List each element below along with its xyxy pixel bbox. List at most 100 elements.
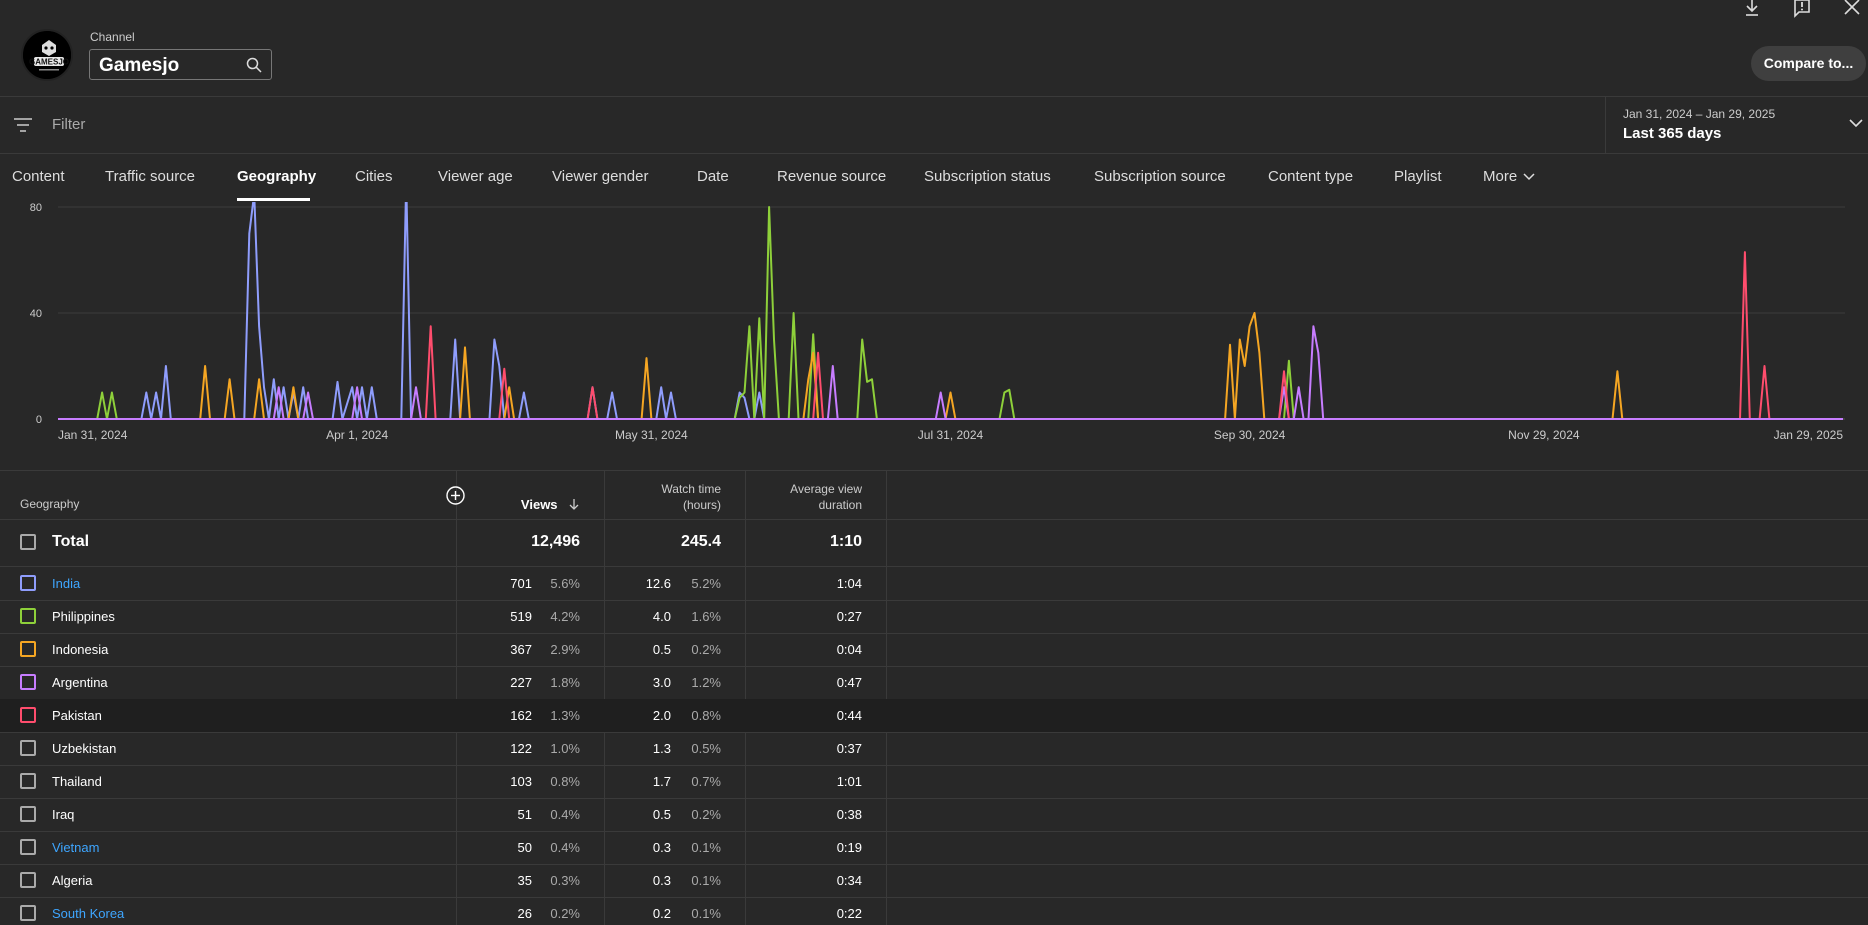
- row-checkbox[interactable]: [20, 905, 36, 921]
- row-country: Uzbekistan: [52, 741, 117, 756]
- table-row[interactable]: Algeria 35 0.3% 0.3 0.1% 0:34: [0, 864, 1868, 897]
- total-views: 12,496: [531, 533, 580, 550]
- row-watch-time: 0.3: [652, 840, 671, 855]
- add-column-icon[interactable]: [446, 486, 465, 505]
- row-checkbox[interactable]: [20, 872, 36, 888]
- tab-viewer-age[interactable]: Viewer age: [438, 168, 513, 185]
- tab-content-type[interactable]: Content type: [1268, 168, 1353, 185]
- row-country: Iraq: [52, 807, 75, 822]
- row-watch-time: 4.0: [652, 609, 671, 624]
- row-views-pct: 5.6%: [550, 576, 580, 591]
- table-row[interactable]: Thailand 103 0.8% 1.7 0.7% 1:01: [0, 765, 1868, 798]
- tab-content[interactable]: Content: [12, 168, 65, 185]
- download-icon[interactable]: [1742, 0, 1762, 18]
- top-actions: [1742, 0, 1868, 18]
- row-watch-time: 0.3: [652, 873, 671, 888]
- row-checkbox[interactable]: [20, 641, 36, 657]
- tab-traffic-source[interactable]: Traffic source: [105, 168, 195, 185]
- row-watch-pct: 0.1%: [691, 840, 721, 855]
- tab-cities[interactable]: Cities: [355, 168, 393, 185]
- row-avd: 0:38: [836, 807, 862, 822]
- total-row: Total 12,496 245.4 1:10: [0, 519, 1868, 566]
- table-row[interactable]: Pakistan 162 1.3% 2.0 0.8% 0:44: [0, 699, 1868, 732]
- row-country[interactable]: South Korea: [52, 906, 124, 921]
- series-line-india[interactable]: [58, 179, 1843, 420]
- active-tab-indicator: [237, 198, 310, 201]
- x-tick-label: Sep 30, 2024: [1214, 428, 1286, 442]
- close-icon[interactable]: [1842, 0, 1862, 18]
- tab-subscription-source[interactable]: Subscription source: [1094, 168, 1226, 185]
- channel-selector[interactable]: Gamesjo: [89, 49, 272, 80]
- y-tick-label: 80: [30, 202, 42, 214]
- header-views-label: Views: [520, 497, 558, 512]
- tab-playlist[interactable]: Playlist: [1394, 168, 1442, 185]
- row-checkbox[interactable]: [20, 707, 36, 723]
- chevron-down-icon: [1849, 119, 1863, 128]
- header-views[interactable]: Views: [500, 496, 580, 514]
- table-row[interactable]: India 701 5.6% 12.6 5.2% 1:04: [0, 567, 1868, 600]
- table-row[interactable]: Argentina 227 1.8% 3.0 1.2% 0:47: [0, 666, 1868, 699]
- x-tick-label: Jan 29, 2025: [1774, 428, 1844, 442]
- row-checkbox[interactable]: [20, 608, 36, 624]
- row-views: 122: [510, 741, 532, 756]
- row-avd: 0:34: [836, 873, 862, 888]
- header-watch-time-line2: (hours): [682, 498, 721, 512]
- row-avd: 0:22: [836, 906, 862, 921]
- row-avd: 0:04: [836, 642, 862, 657]
- row-watch-time: 0.2: [652, 906, 671, 921]
- tab-revenue-source[interactable]: Revenue source: [777, 168, 886, 185]
- table-row[interactable]: South Korea 26 0.2% 0.2 0.1% 0:22: [0, 897, 1868, 925]
- row-views-pct: 1.3%: [550, 708, 580, 723]
- row-views: 103: [510, 774, 532, 789]
- search-icon[interactable]: [246, 57, 262, 73]
- row-checkbox[interactable]: [20, 773, 36, 789]
- row-views: 26: [517, 906, 532, 921]
- date-range-picker[interactable]: Jan 31, 2024 – Jan 29, 2025 Last 365 day…: [1605, 97, 1868, 154]
- row-country: Indonesia: [52, 642, 109, 657]
- row-avd: 0:47: [836, 675, 862, 690]
- row-checkbox[interactable]: [20, 575, 36, 591]
- table-row[interactable]: Vietnam 50 0.4% 0.3 0.1% 0:19: [0, 831, 1868, 864]
- row-country[interactable]: India: [52, 576, 80, 591]
- row-watch-time: 1.3: [652, 741, 671, 756]
- table-row[interactable]: Indonesia 367 2.9% 0.5 0.2% 0:04: [0, 633, 1868, 666]
- svg-text:GAMESJO: GAMESJO: [29, 58, 69, 67]
- row-views: 162: [510, 708, 532, 723]
- total-avd: 1:10: [829, 533, 862, 550]
- row-views: 35: [517, 873, 532, 888]
- row-checkbox[interactable]: [20, 806, 36, 822]
- table-row[interactable]: Iraq 51 0.4% 0.5 0.2% 0:38: [0, 798, 1868, 831]
- row-checkbox[interactable]: [20, 839, 36, 855]
- row-watch-pct: 1.6%: [691, 609, 721, 624]
- tab-geography[interactable]: Geography: [237, 168, 316, 185]
- header-avg-view-duration[interactable]: Average view duration: [760, 481, 862, 513]
- tab-more[interactable]: More: [1483, 168, 1535, 185]
- feedback-icon[interactable]: [1792, 0, 1812, 18]
- filter-input[interactable]: Filter: [52, 116, 85, 133]
- row-country[interactable]: Vietnam: [52, 840, 99, 855]
- series-line-argentina[interactable]: [58, 325, 1843, 420]
- filter-icon[interactable]: [14, 117, 32, 133]
- row-watch-pct: 0.1%: [691, 906, 721, 921]
- table-row[interactable]: Uzbekistan 122 1.0% 1.3 0.5% 0:37: [0, 732, 1868, 765]
- line-chart: 0 40 80 Jan 31, 2024 Apr 1, 2024 May 31, 2024…: [30, 179, 1845, 442]
- series-line-indonesia[interactable]: [58, 312, 1843, 420]
- tab-date[interactable]: Date: [697, 168, 729, 185]
- row-watch-time: 1.7: [652, 774, 671, 789]
- row-checkbox[interactable]: [20, 674, 36, 690]
- header-geography[interactable]: Geography: [20, 497, 79, 511]
- tab-more-label: More: [1483, 168, 1518, 185]
- channel-avatar[interactable]: GAMESJO: [21, 29, 73, 81]
- row-avd: 1:04: [836, 576, 862, 591]
- compare-button[interactable]: Compare to...: [1751, 46, 1866, 81]
- row-watch-time: 3.0: [652, 675, 671, 690]
- row-views-pct: 2.9%: [550, 642, 580, 657]
- row-checkbox[interactable]: [20, 740, 36, 756]
- tab-subscription-status[interactable]: Subscription status: [924, 168, 1051, 185]
- total-checkbox[interactable]: [20, 534, 36, 550]
- header-watch-time[interactable]: Watch time (hours): [620, 481, 721, 513]
- row-avd: 0:19: [836, 840, 862, 855]
- row-watch-time: 12.6: [645, 576, 671, 591]
- tab-viewer-gender[interactable]: Viewer gender: [552, 168, 648, 185]
- table-row[interactable]: Philippines 519 4.2% 4.0 1.6% 0:27: [0, 600, 1868, 633]
